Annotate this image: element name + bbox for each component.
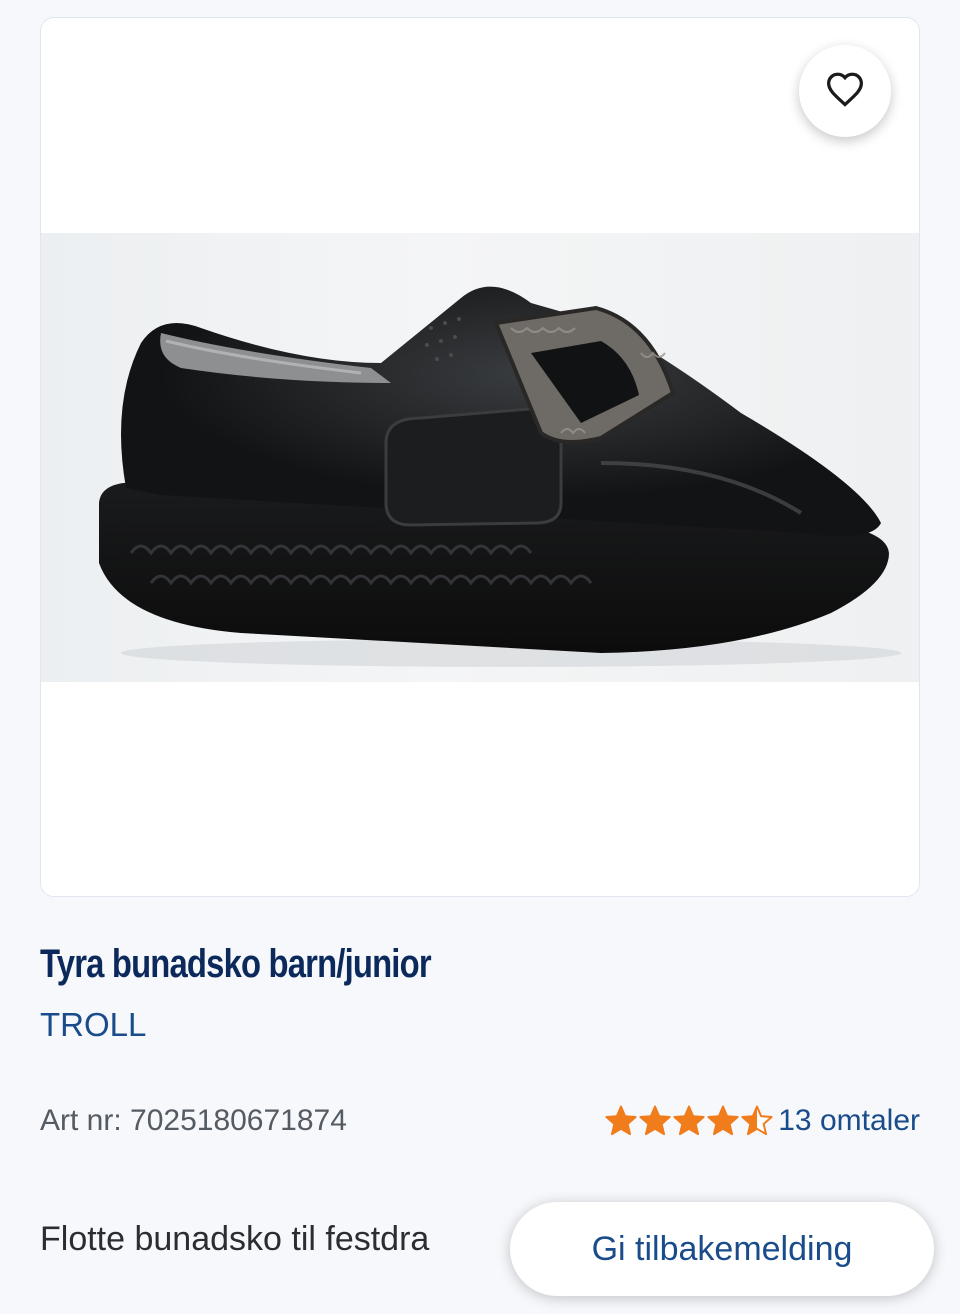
product-image-card[interactable] bbox=[40, 17, 920, 897]
star-icon bbox=[707, 1105, 739, 1136]
favorite-button[interactable] bbox=[799, 45, 891, 137]
star-rating bbox=[604, 1104, 774, 1138]
star-icon bbox=[605, 1105, 637, 1136]
article-number: Art nr: 7025180671874 bbox=[40, 1104, 347, 1137]
feedback-button[interactable]: Gi tilbakemelding bbox=[510, 1202, 934, 1296]
product-title: Tyra bunadsko barn/junior bbox=[40, 942, 432, 986]
review-count: 13 omtaler bbox=[778, 1104, 920, 1137]
star-icon bbox=[673, 1105, 705, 1136]
rating-link[interactable]: 13 omtaler bbox=[604, 1104, 920, 1138]
star-icon bbox=[639, 1105, 671, 1136]
product-photo bbox=[41, 233, 919, 682]
heart-outline-icon bbox=[825, 71, 865, 112]
product-description: Flotte bunadsko til festdra bbox=[40, 1220, 430, 1258]
brand-link[interactable]: TROLL bbox=[40, 1006, 146, 1044]
star-icon bbox=[741, 1105, 773, 1136]
